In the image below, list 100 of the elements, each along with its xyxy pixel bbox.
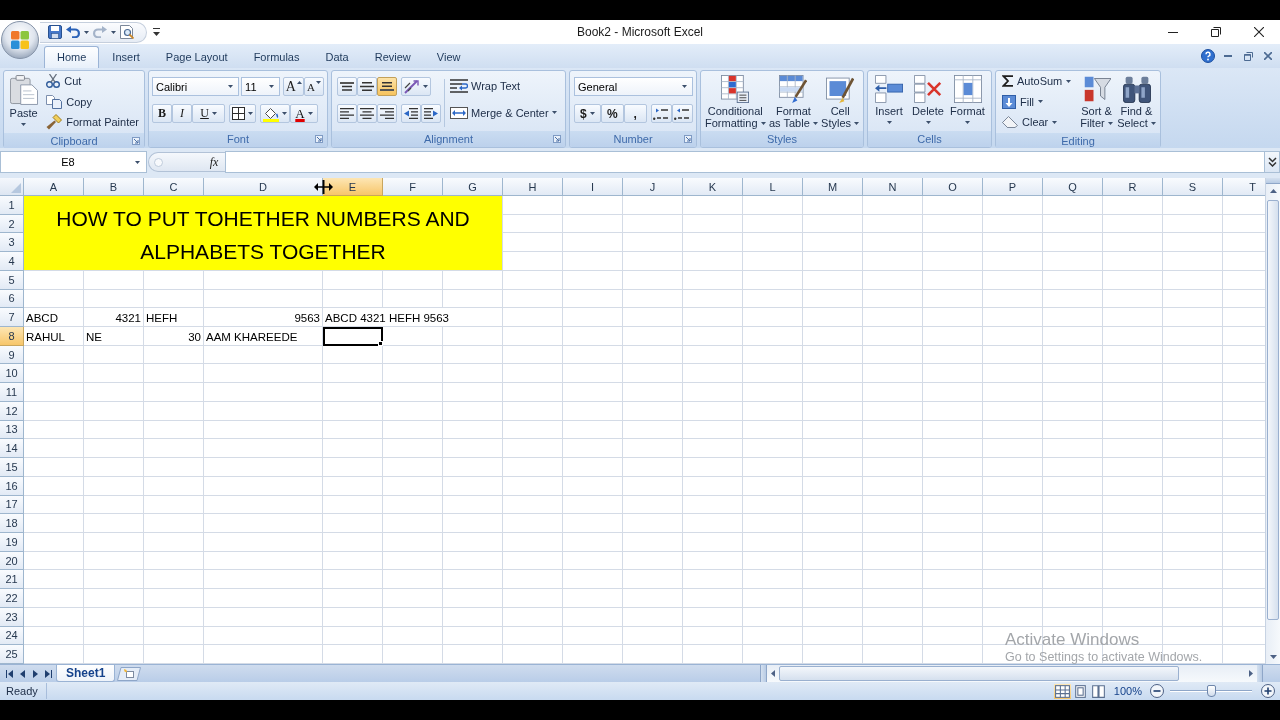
cell-styles-button[interactable]: Cell Styles bbox=[819, 71, 861, 131]
name-box[interactable]: E8 bbox=[0, 151, 147, 173]
copy-button[interactable]: Copy bbox=[43, 91, 142, 112]
ribbon-tab[interactable]: Review bbox=[361, 46, 424, 68]
column-header[interactable]: Q bbox=[1043, 178, 1103, 196]
column-header[interactable]: T bbox=[1223, 178, 1265, 196]
ribbon-tab[interactable]: Page Layout bbox=[152, 46, 241, 68]
increase-indent-button[interactable] bbox=[421, 104, 441, 123]
insert-cells-button[interactable]: Insert bbox=[870, 71, 908, 131]
zoom-in-icon[interactable] bbox=[1261, 684, 1275, 698]
decrease-decimal-button[interactable] bbox=[671, 104, 693, 123]
row-header[interactable]: 4 bbox=[0, 252, 24, 271]
left-arrow-icon[interactable] bbox=[771, 670, 775, 677]
orientation-button[interactable] bbox=[401, 77, 431, 96]
column-header[interactable]: L bbox=[743, 178, 803, 196]
ribbon-tab[interactable]: View bbox=[423, 46, 474, 68]
decrease-indent-button[interactable] bbox=[401, 104, 421, 123]
dialog-launcher-icon[interactable] bbox=[315, 135, 323, 143]
shrink-font-button[interactable]: A bbox=[304, 77, 324, 96]
normal-view-icon[interactable] bbox=[1053, 683, 1071, 699]
last-sheet-icon[interactable] bbox=[45, 669, 52, 678]
font-color-button[interactable]: A bbox=[290, 104, 318, 123]
borders-button[interactable] bbox=[229, 104, 256, 123]
dialog-launcher-icon[interactable] bbox=[684, 135, 692, 143]
format-as-table-button[interactable]: Format as Table bbox=[767, 71, 820, 131]
align-bottom-button[interactable] bbox=[377, 77, 397, 96]
scrollbar-thumb[interactable] bbox=[1267, 200, 1279, 620]
row-header[interactable]: 8 bbox=[0, 327, 24, 346]
clear-button[interactable]: Clear bbox=[999, 112, 1077, 133]
caret-icon[interactable] bbox=[111, 30, 116, 34]
first-sheet-icon[interactable] bbox=[6, 669, 13, 678]
minimize-icon[interactable] bbox=[1167, 31, 1178, 33]
italic-button[interactable]: I bbox=[172, 104, 192, 123]
align-top-button[interactable] bbox=[337, 77, 357, 96]
sheet-tab[interactable]: Sheet1 bbox=[56, 665, 116, 682]
ribbon-tab[interactable]: Data bbox=[312, 46, 362, 68]
zoom-out-icon[interactable] bbox=[1150, 684, 1164, 698]
save-icon[interactable] bbox=[48, 25, 62, 39]
column-header[interactable]: P bbox=[983, 178, 1043, 196]
row-header[interactable]: 10 bbox=[0, 364, 24, 384]
scrollbar-thumb[interactable] bbox=[779, 666, 1179, 681]
page-magnifier-icon[interactable] bbox=[120, 25, 134, 39]
column-header[interactable]: C bbox=[144, 178, 204, 196]
autosum-button[interactable]: AutoSum bbox=[999, 71, 1077, 92]
underline-button[interactable]: U bbox=[192, 104, 225, 123]
paste-button[interactable]: Paste bbox=[6, 71, 42, 133]
dropdown-arrow-icon[interactable] bbox=[153, 28, 160, 36]
wrap-text-button[interactable]: Wrap Text bbox=[448, 76, 559, 97]
orb-icon[interactable] bbox=[1, 21, 39, 59]
restore-icon[interactable] bbox=[1210, 27, 1221, 37]
number-format-dropdown[interactable]: General bbox=[574, 77, 693, 96]
column-header[interactable]: M bbox=[803, 178, 863, 196]
align-center-button[interactable] bbox=[357, 104, 377, 123]
row-header[interactable]: 15 bbox=[0, 458, 24, 477]
align-middle-button[interactable] bbox=[357, 77, 377, 96]
column-header[interactable]: I bbox=[563, 178, 623, 196]
split-handle[interactable] bbox=[1266, 178, 1280, 184]
delete-cells-button[interactable]: Delete bbox=[908, 71, 948, 131]
row-header[interactable]: 11 bbox=[0, 383, 24, 402]
insert-function-button[interactable]: fx bbox=[205, 154, 223, 170]
row-header[interactable]: 18 bbox=[0, 514, 24, 533]
help-icon[interactable] bbox=[1201, 49, 1215, 63]
previous-sheet-icon[interactable] bbox=[20, 669, 25, 678]
row-header[interactable]: 22 bbox=[0, 589, 24, 608]
formula-input[interactable] bbox=[225, 151, 1265, 173]
dialog-launcher-icon[interactable] bbox=[132, 136, 140, 145]
ribbon-tab[interactable]: Home bbox=[44, 46, 100, 68]
close-icon[interactable] bbox=[1253, 27, 1264, 37]
right-arrow-icon[interactable] bbox=[1249, 670, 1253, 677]
row-header[interactable]: 3 bbox=[0, 233, 24, 253]
comma-style-button[interactable]: , bbox=[623, 104, 647, 123]
zoom-level[interactable]: 100% bbox=[1113, 685, 1142, 697]
column-header[interactable]: J bbox=[623, 178, 683, 196]
ribbon-tab[interactable]: Formulas bbox=[240, 46, 313, 68]
down-arrow-icon[interactable] bbox=[1269, 655, 1277, 659]
next-sheet-icon[interactable] bbox=[33, 669, 38, 678]
bold-button[interactable]: B bbox=[152, 104, 172, 123]
column-header[interactable]: H bbox=[503, 178, 563, 196]
expand-button[interactable] bbox=[1265, 151, 1280, 173]
sort-filter-button[interactable]: Sort & Filter bbox=[1077, 71, 1116, 133]
row-header[interactable]: 1 bbox=[0, 196, 24, 215]
increase-decimal-button[interactable] bbox=[650, 104, 672, 123]
column-header[interactable]: N bbox=[863, 178, 923, 196]
fill-color-button[interactable] bbox=[260, 104, 290, 123]
align-right-button[interactable] bbox=[377, 104, 397, 123]
page-break-view-icon[interactable] bbox=[1089, 683, 1107, 699]
column-header[interactable]: G bbox=[443, 178, 503, 196]
new-sheet-icon[interactable] bbox=[117, 666, 142, 681]
ribbon-tab[interactable]: Insert bbox=[99, 46, 153, 68]
row-header[interactable]: 25 bbox=[0, 645, 24, 664]
column-header[interactable]: A bbox=[24, 178, 84, 196]
font-size-dropdown[interactable]: 11 bbox=[241, 77, 281, 96]
currency-button[interactable]: $ bbox=[574, 104, 601, 123]
dialog-launcher-icon[interactable] bbox=[553, 135, 561, 143]
find-select-button[interactable]: Find & Select bbox=[1116, 71, 1157, 133]
slider-thumb[interactable] bbox=[1206, 685, 1216, 697]
split-handle[interactable] bbox=[1257, 665, 1263, 682]
row-header[interactable]: 21 bbox=[0, 570, 24, 590]
percent-button[interactable]: % bbox=[600, 104, 624, 123]
column-header[interactable]: O bbox=[923, 178, 983, 196]
